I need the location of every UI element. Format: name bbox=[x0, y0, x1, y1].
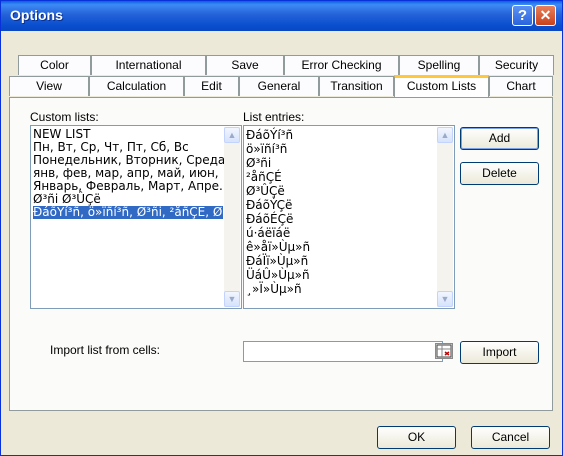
range-picker-icon[interactable] bbox=[435, 343, 453, 359]
list-entries-box[interactable]: ÐáõÝí³ñ ö»ïñí³ñ Ø³ñi ²åñÇÉ Ø³ÛÇë ÐáõÝÇë … bbox=[243, 125, 455, 309]
tab-transition[interactable]: Transition bbox=[319, 76, 394, 96]
tab-spelling[interactable]: Spelling bbox=[399, 55, 479, 75]
custom-list-item-selected[interactable]: ÐáõÝí³ñ, ö»ïñí³ñ, Ø³ñi, ²åñÇÉ, Ø bbox=[33, 206, 223, 219]
list-entries-label: List entries: bbox=[243, 110, 305, 124]
custom-lists-label: Custom lists: bbox=[30, 110, 99, 124]
scroll-down-icon[interactable]: ▼ bbox=[437, 291, 453, 307]
list-entry: ²åñÇÉ bbox=[246, 170, 282, 184]
custom-lists-scrollbar[interactable]: ▲ ▼ bbox=[224, 127, 240, 307]
list-entry: Ø³ÛÇë bbox=[246, 184, 285, 198]
tab-international[interactable]: International bbox=[91, 55, 206, 75]
list-entry: ÐáõÝÇë bbox=[246, 198, 293, 212]
scroll-up-icon[interactable]: ▲ bbox=[224, 127, 240, 143]
add-button[interactable]: Add bbox=[460, 127, 539, 150]
import-range-input[interactable] bbox=[243, 341, 443, 362]
tab-view[interactable]: View bbox=[9, 76, 89, 96]
scroll-up-icon[interactable]: ▲ bbox=[437, 127, 453, 143]
list-entry: ÐáõÉÇë bbox=[246, 212, 294, 226]
tab-edit[interactable]: Edit bbox=[184, 76, 239, 96]
list-entry: ¸»Ï»Ùµ»ñ bbox=[246, 282, 302, 296]
tab-calculation[interactable]: Calculation bbox=[89, 76, 184, 96]
help-icon[interactable]: ? bbox=[512, 5, 533, 26]
tab-custom-lists[interactable]: Custom Lists bbox=[394, 75, 489, 97]
title-bar[interactable]: Options ? ✕ bbox=[1, 1, 562, 31]
tab-error-checking[interactable]: Error Checking bbox=[284, 55, 399, 75]
window-title: Options bbox=[10, 7, 63, 23]
list-entry: ê»åï»Ùµ»ñ bbox=[246, 240, 311, 254]
tab-security[interactable]: Security bbox=[479, 55, 554, 75]
ok-button[interactable]: OK bbox=[377, 426, 456, 449]
list-entry: ú·áëïáë bbox=[246, 226, 291, 240]
tab-color[interactable]: Color bbox=[18, 55, 91, 75]
custom-lists-panel: Custom lists: NEW LIST Пн, Вт, Ср, Чт, П… bbox=[9, 97, 553, 411]
tab-save[interactable]: Save bbox=[206, 55, 284, 75]
list-entry: ö»ïñí³ñ bbox=[246, 142, 288, 156]
list-entry: ÐáõÝí³ñ bbox=[246, 128, 294, 142]
list-entry: ÜáÛ»Ùµ»ñ bbox=[246, 268, 310, 282]
scroll-down-icon[interactable]: ▼ bbox=[224, 291, 240, 307]
list-entry: Ø³ñi bbox=[246, 156, 272, 170]
options-dialog: Options ? ✕ Color International Save Err… bbox=[0, 0, 563, 456]
custom-lists-listbox[interactable]: NEW LIST Пн, Вт, Ср, Чт, Пт, Сб, Вс Поне… bbox=[30, 125, 242, 309]
tab-general[interactable]: General bbox=[239, 76, 319, 96]
import-label: Import list from cells: bbox=[50, 343, 161, 357]
delete-button[interactable]: Delete bbox=[460, 162, 539, 185]
tab-chart[interactable]: Chart bbox=[489, 76, 553, 96]
close-icon[interactable]: ✕ bbox=[535, 5, 556, 26]
list-entry: ÐáÏï»Ùµ»ñ bbox=[246, 254, 309, 268]
list-entries-scrollbar[interactable]: ▲ ▼ bbox=[437, 127, 453, 307]
cancel-button[interactable]: Cancel bbox=[471, 426, 550, 449]
import-button[interactable]: Import bbox=[460, 341, 539, 364]
